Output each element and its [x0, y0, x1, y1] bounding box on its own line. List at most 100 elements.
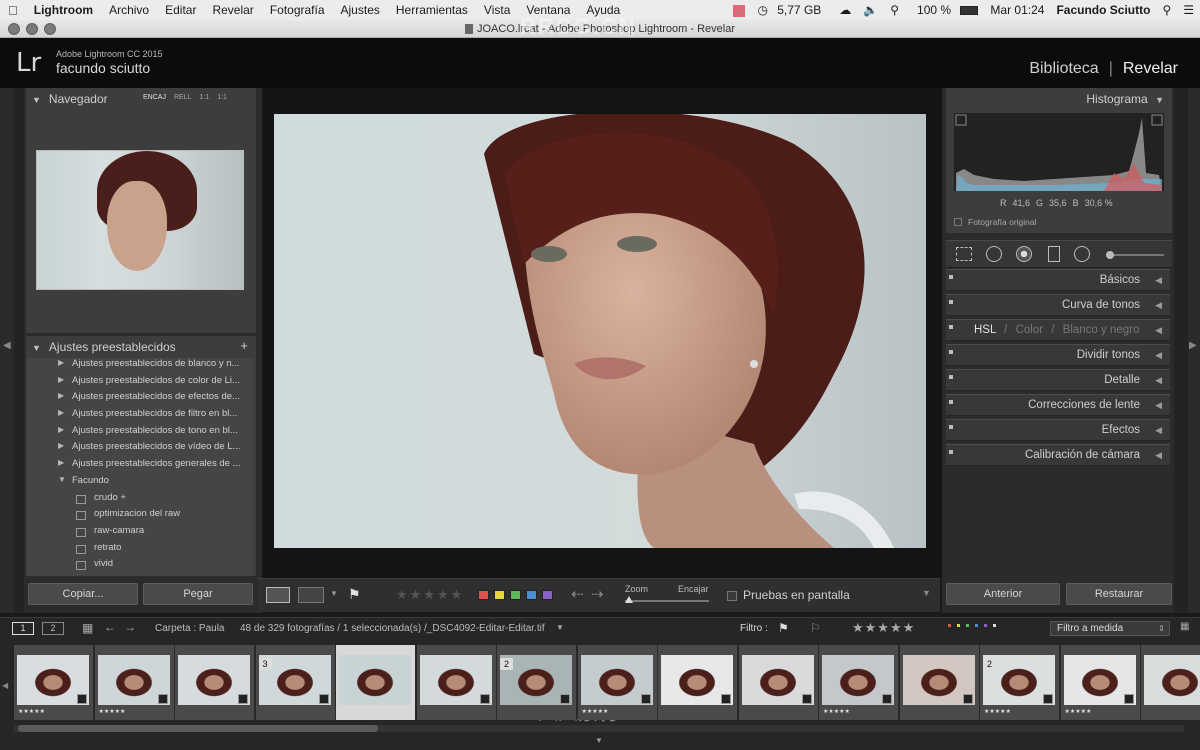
menu-herramientas[interactable]: Herramientas	[388, 3, 476, 17]
prev-photo-arrow-icon[interactable]: ⇠	[571, 585, 584, 603]
section-hsl[interactable]: HSL / Color / Blanco y negro ◀	[946, 319, 1170, 341]
collapsed-triangle-icon[interactable]: ▶	[58, 441, 64, 450]
module-revelar[interactable]: Revelar	[1123, 60, 1178, 78]
preset-folder[interactable]: ▶ Ajustes preestablecidos de tono en bl..…	[26, 425, 254, 442]
before-after-button[interactable]	[298, 587, 324, 603]
color-label-swatch[interactable]	[542, 590, 553, 600]
paste-button[interactable]: Pegar	[143, 583, 253, 605]
proof-label[interactable]: Pruebas en pantalla	[743, 588, 850, 602]
storage-indicator[interactable]: ◷ 5,77 GB	[751, 3, 833, 17]
battery-status[interactable]: 100 %	[905, 3, 984, 17]
collapsed-triangle-icon[interactable]: ▶	[58, 358, 64, 367]
preset-folder[interactable]: ▼ Facundo	[26, 475, 254, 492]
screen2-button[interactable]: 2	[42, 622, 64, 635]
next-photo-arrow-icon[interactable]: ⇢	[591, 585, 604, 603]
section-switch-icon[interactable]	[949, 450, 953, 454]
color-label-swatch[interactable]	[526, 590, 537, 600]
menu-fotografia[interactable]: Fotografía	[262, 3, 333, 17]
flag-filter-icon[interactable]: ⚑	[778, 621, 789, 635]
star-filter[interactable]: ★★★★★	[852, 620, 915, 636]
histogram-graph[interactable]	[954, 113, 1164, 191]
filter-lock-icon[interactable]: ▦	[1180, 621, 1189, 632]
filmstrip-hide-arrow-icon[interactable]: ▼	[595, 736, 603, 745]
collapsed-triangle-icon[interactable]: ▶	[58, 375, 64, 384]
zoom-slider-handle[interactable]	[625, 596, 633, 603]
app-badge-icon[interactable]	[727, 3, 751, 17]
apple-icon[interactable]: 	[0, 3, 26, 18]
filmstrip-scroll-left-icon[interactable]: ◀	[2, 681, 8, 690]
previous-settings-button[interactable]: Anterior	[946, 583, 1060, 605]
back-arrow-icon[interactable]: ←	[104, 620, 116, 634]
menu-ajustes[interactable]: Ajustes	[333, 3, 388, 17]
color-label-swatch[interactable]	[494, 590, 505, 600]
navigator-preview[interactable]	[36, 150, 244, 290]
filmstrip-thumbnail[interactable]: ★★★★★	[1060, 645, 1141, 720]
original-photo-checkbox[interactable]	[954, 218, 962, 226]
preset-item[interactable]: retrato	[26, 542, 254, 559]
expanded-triangle-icon[interactable]: ▼	[58, 475, 66, 484]
collapsed-triangle-icon[interactable]: ▶	[58, 458, 64, 467]
wifi-icon[interactable]: ⚲	[884, 3, 905, 17]
filmstrip-thumbnail[interactable]	[336, 645, 416, 720]
source-dropdown-arrow-icon[interactable]: ▼	[556, 623, 564, 632]
color-filter-blue[interactable]	[975, 624, 978, 627]
menu-editar[interactable]: Editar	[157, 3, 204, 17]
filmstrip-thumbnail[interactable]	[175, 645, 255, 720]
color-filter-purple[interactable]	[984, 624, 987, 627]
red-eye-tool-icon[interactable]	[1016, 246, 1032, 262]
color-filter-yellow[interactable]	[957, 624, 960, 627]
module-biblioteca[interactable]: Biblioteca	[1029, 60, 1098, 78]
folder-source[interactable]: Carpeta : Paula	[155, 623, 225, 634]
preset-folder[interactable]: ▶ Ajustes preestablecidos de efectos de..…	[26, 391, 254, 408]
menu-archivo[interactable]: Archivo	[101, 3, 157, 17]
color-filter-white[interactable]	[993, 624, 996, 627]
reset-button[interactable]: Restaurar	[1066, 583, 1172, 605]
filmstrip-thumbnail[interactable]	[738, 645, 819, 720]
filmstrip-thumbnail[interactable]	[416, 645, 497, 720]
section-calibracion-de-camara[interactable]: Calibración de cámara ◀	[946, 444, 1170, 466]
color-label-swatch[interactable]	[478, 590, 489, 600]
dropdown-arrow-icon[interactable]: ▼	[330, 589, 338, 598]
close-window-button[interactable]	[8, 23, 20, 35]
menu-vista[interactable]: Vista	[476, 3, 518, 17]
preset-item[interactable]: crudo +	[26, 492, 254, 509]
section-switch-icon[interactable]	[949, 400, 953, 404]
minimize-window-button[interactable]	[26, 23, 38, 35]
presets-header[interactable]: ▼ Ajustes preestablecidos	[32, 338, 176, 356]
color-filter[interactable]	[948, 624, 996, 627]
zoom-slider[interactable]	[625, 596, 709, 603]
filmstrip-thumbnail[interactable]	[899, 645, 980, 720]
left-panel-expand-arrow[interactable]: ◀	[3, 340, 11, 351]
section-switch-icon[interactable]	[949, 275, 953, 279]
user-menu[interactable]: Facundo Sciutto	[1050, 3, 1156, 17]
tab-color[interactable]: Color	[1016, 324, 1043, 336]
section-correcciones-de-lente[interactable]: Correcciones de lente ◀	[946, 394, 1170, 416]
zoom-option-1to1[interactable]: 1:1	[199, 94, 209, 101]
histogram-header[interactable]: Histograma ▼	[1086, 90, 1164, 108]
filmstrip-thumbnail[interactable]: ★★★★★	[94, 645, 175, 720]
section-switch-icon[interactable]	[949, 350, 953, 354]
navigator-header[interactable]: ▼ Navegador	[32, 90, 108, 108]
filmstrip-scrollbar[interactable]	[14, 725, 1184, 732]
list-icon[interactable]: ☰	[1177, 3, 1200, 17]
filmstrip-thumbnail[interactable]	[658, 645, 738, 720]
graduated-filter-tool-icon[interactable]	[1048, 246, 1060, 262]
collapsed-triangle-icon[interactable]: ▶	[58, 408, 64, 417]
preset-folder[interactable]: ▶ Ajustes preestablecidos de filtro en bl…	[26, 408, 254, 425]
copy-button[interactable]: Copiar...	[28, 583, 138, 605]
zoom-window-button[interactable]	[44, 23, 56, 35]
collapsed-triangle-icon[interactable]: ▶	[58, 425, 64, 434]
volume-icon[interactable]: 🔈	[857, 3, 884, 17]
right-panel-expand-arrow[interactable]: ▶	[1189, 340, 1197, 351]
tab-hsl[interactable]: HSL	[974, 324, 996, 336]
filmstrip-thumbnail[interactable]	[1141, 645, 1200, 720]
grid-icon[interactable]: ▦	[82, 621, 93, 635]
color-label-swatch[interactable]	[510, 590, 521, 600]
filmstrip-thumbnail[interactable]: ★★★★★	[14, 645, 94, 720]
flag-filter-empty-icon[interactable]: ⚐	[810, 621, 821, 635]
section-efectos[interactable]: Efectos ◀	[946, 419, 1170, 441]
menu-lightroom[interactable]: Lightroom	[26, 3, 101, 17]
loupe-view-button[interactable]	[266, 587, 290, 603]
preset-item[interactable]: vivid	[26, 558, 254, 575]
section-detalle[interactable]: Detalle ◀	[946, 369, 1170, 391]
